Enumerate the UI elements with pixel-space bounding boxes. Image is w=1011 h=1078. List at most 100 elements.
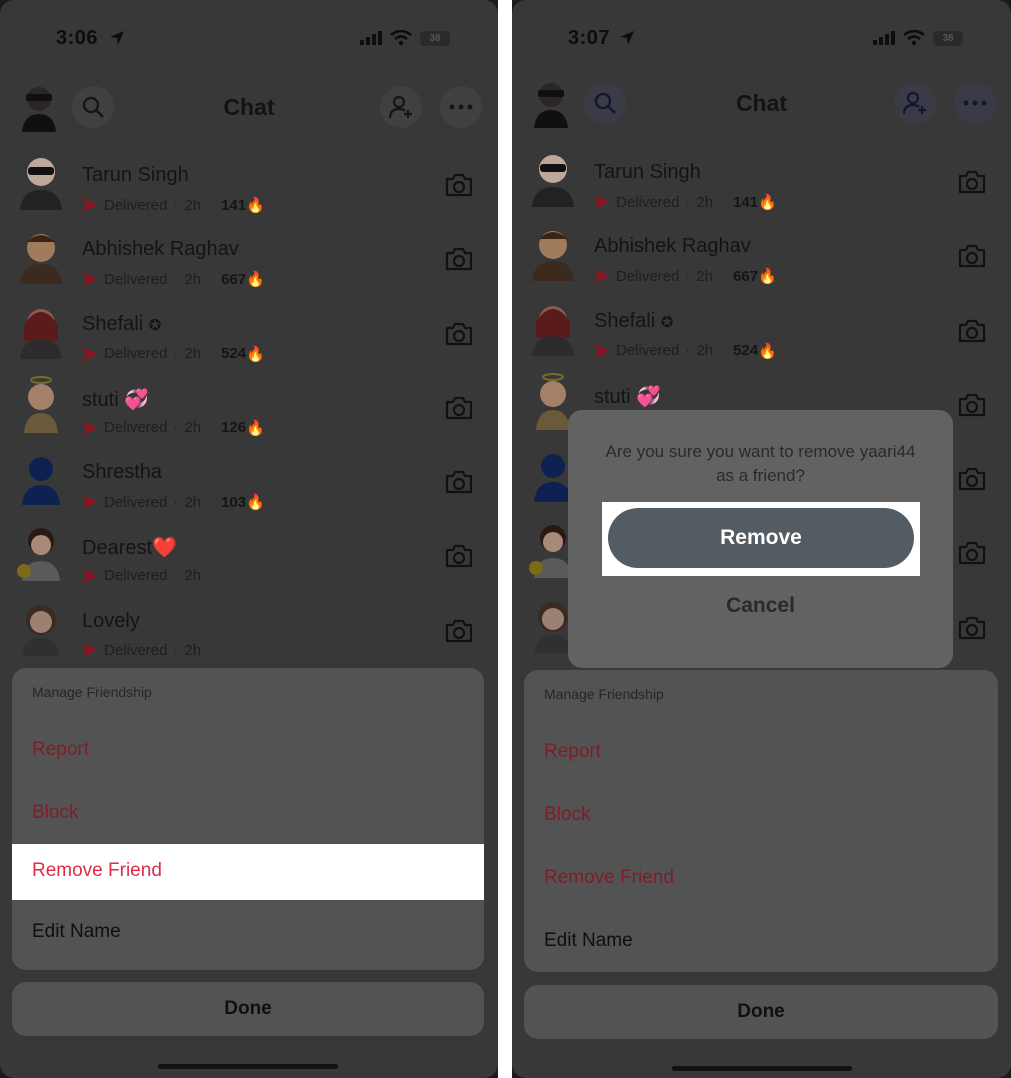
- separator-dot: ·: [685, 342, 691, 360]
- battery-icon: 38: [420, 30, 450, 46]
- camera-icon[interactable]: [444, 395, 474, 421]
- done-button[interactable]: Done: [12, 982, 484, 1036]
- streak-count: 667: [221, 270, 247, 288]
- camera-icon[interactable]: [957, 540, 987, 566]
- message-time: 2h: [696, 267, 714, 285]
- message-time: 2h: [184, 567, 202, 585]
- fire-icon: 🔥: [758, 194, 777, 211]
- camera-icon[interactable]: [444, 321, 474, 347]
- camera-icon[interactable]: [444, 172, 474, 198]
- delivered-arrow-icon: [82, 495, 98, 510]
- delivered-arrow-icon: [594, 343, 610, 358]
- done-button[interactable]: Done: [524, 985, 998, 1039]
- friend-name: stuti 💞: [82, 388, 150, 411]
- chat-row[interactable]: Dearest❤️ Delivered · 2h: [0, 517, 498, 591]
- delivered-arrow-icon: [594, 195, 610, 209]
- camera-icon[interactable]: [957, 169, 987, 195]
- cellular-signal-icon: [873, 31, 895, 45]
- chat-status-line: Delivered · 2h: [82, 567, 201, 584]
- message-time: 2h: [696, 342, 714, 360]
- camera-icon[interactable]: [444, 469, 474, 495]
- chat-row[interactable]: Abhishek Raghav Delivered · 2h 667 🔥: [512, 217, 1011, 291]
- delivery-status: Delivered: [616, 342, 680, 360]
- delivery-status: Delivered: [104, 270, 168, 288]
- friend-name: Tarun Singh: [82, 164, 189, 186]
- more-dots-icon: [963, 100, 987, 106]
- cancel-button[interactable]: Cancel: [568, 594, 953, 618]
- more-options-button[interactable]: [954, 82, 996, 124]
- chat-row[interactable]: Shefali ✪ Delivered · 2h 524 🔥: [0, 295, 498, 369]
- manage-friendship-sheet: Manage Friendship Report Block Remove Fr…: [524, 670, 998, 972]
- page-title: Chat: [735, 90, 788, 116]
- friend-name: stuti 💞: [594, 385, 662, 408]
- chat-row[interactable]: Shrestha Delivered · 2h 103 🔥: [0, 443, 498, 517]
- friend-name: Dearest❤️: [82, 537, 177, 560]
- chat-status-line: Delivered · 2h 667 🔥: [82, 270, 265, 288]
- delivery-status: Delivered: [616, 267, 680, 285]
- dialog-message: Are you sure you want to remove yaari44 …: [605, 442, 916, 485]
- chat-row[interactable]: Shefali ✪ Delivered · 2h 524 🔥: [512, 292, 1011, 366]
- phone-screen-right: 3:07 38 Chat Tarun Singh Delivered · 2h …: [512, 0, 1011, 1078]
- separator-dot: ·: [173, 196, 179, 214]
- report-option[interactable]: Report: [524, 720, 998, 783]
- separator-dot: ·: [173, 567, 179, 585]
- friend-name: Shefali ✪: [82, 312, 162, 335]
- chat-row[interactable]: Tarun Singh Delivered · 2h 141 🔥: [0, 146, 498, 220]
- chat-list: Tarun Singh Delivered · 2h 141 🔥 Abhishek…: [0, 146, 498, 666]
- home-indicator: [158, 1064, 338, 1069]
- chat-status-line: Delivered · 2h 126 🔥: [82, 419, 265, 437]
- edit-name-option[interactable]: Edit Name: [524, 909, 998, 972]
- report-option[interactable]: Report: [12, 718, 484, 781]
- message-time: 2h: [184, 419, 202, 437]
- camera-icon[interactable]: [444, 246, 474, 272]
- camera-icon[interactable]: [444, 543, 474, 569]
- chat-row[interactable]: stuti 💞 Delivered · 2h 126 🔥: [0, 369, 498, 443]
- streak-count: 141: [221, 196, 247, 214]
- friend-bitmoji-avatar: [22, 604, 60, 656]
- add-friend-button[interactable]: [894, 82, 936, 124]
- friend-badge-icon: 💞: [124, 388, 150, 411]
- fire-icon: 🔥: [246, 419, 265, 437]
- fire-icon: 🔥: [758, 268, 777, 286]
- chat-row[interactable]: Tarun Singh Delivered · 2h 141 🔥: [512, 143, 1011, 217]
- edit-name-option[interactable]: Edit Name: [12, 900, 484, 963]
- wifi-icon: [903, 30, 925, 46]
- delivery-status: Delivered: [104, 493, 168, 511]
- remove-friend-option[interactable]: Remove Friend: [524, 846, 998, 909]
- add-friend-button[interactable]: [380, 86, 422, 128]
- friend-name: Abhishek Raghav: [594, 235, 751, 258]
- chat-header: Chat: [0, 80, 498, 136]
- status-time: 3:06: [56, 27, 99, 49]
- friend-name: Shefali ✪: [594, 309, 674, 332]
- camera-icon[interactable]: [957, 392, 987, 418]
- confirm-remove-button[interactable]: Remove: [608, 508, 914, 568]
- remove-friend-option[interactable]: Remove Friend: [12, 844, 484, 900]
- friend-bitmoji-avatar: [20, 308, 62, 359]
- delivery-status: Delivered: [104, 196, 168, 214]
- camera-icon[interactable]: [957, 466, 987, 492]
- remove-highlight: Remove: [602, 502, 920, 576]
- more-options-button[interactable]: [440, 86, 482, 128]
- camera-icon[interactable]: [957, 318, 987, 344]
- sheet-header: Manage Friendship: [544, 686, 664, 702]
- block-option[interactable]: Block: [524, 783, 998, 846]
- chat-status-line: Delivered · 2h 524 🔥: [82, 345, 265, 363]
- delivered-arrow-icon: [82, 272, 98, 287]
- chat-status-line: Delivered · 2h 524 🔥: [594, 342, 777, 360]
- chat-row[interactable]: Abhishek Raghav Delivered · 2h 667 🔥: [0, 220, 498, 294]
- friend-bitmoji-avatar: [24, 375, 58, 433]
- fire-icon: 🔥: [246, 197, 265, 214]
- status-icons: 38: [873, 30, 963, 46]
- camera-icon[interactable]: [957, 615, 987, 641]
- camera-icon[interactable]: [957, 243, 987, 269]
- streak-count: 126: [221, 419, 247, 437]
- separator-dot: ·: [173, 270, 179, 288]
- chat-row[interactable]: Lovely Delivered · 2h: [0, 592, 498, 666]
- fire-icon: 🔥: [246, 271, 265, 289]
- add-friend-icon: [902, 91, 926, 115]
- camera-icon[interactable]: [444, 618, 474, 644]
- wifi-icon: [390, 30, 412, 46]
- separator-dot: ·: [173, 641, 179, 659]
- friend-badge-icon: ❤️: [152, 537, 177, 560]
- block-option[interactable]: Block: [12, 781, 484, 844]
